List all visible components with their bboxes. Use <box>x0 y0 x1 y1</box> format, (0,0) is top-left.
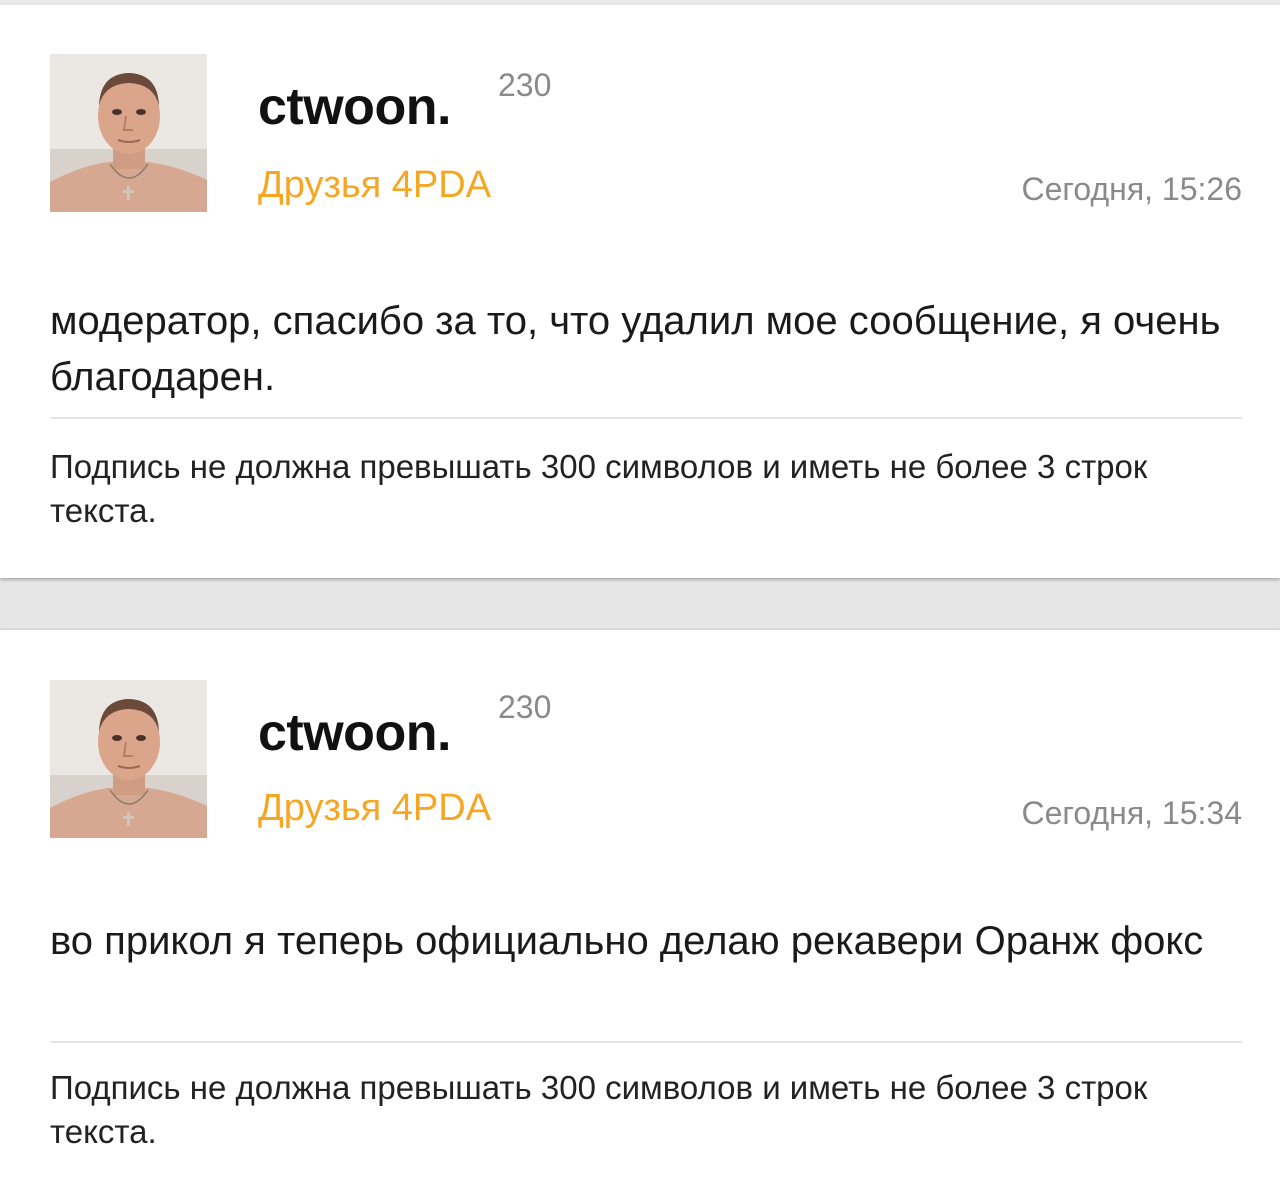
forum-post: ctwoon. 230 Друзья 4PDA Сегодня, 15:34 в… <box>0 630 1280 1184</box>
avatar[interactable] <box>50 680 207 838</box>
post-message: во прикол я теперь официально делаю река… <box>50 919 1204 963</box>
reputation-count[interactable]: 230 <box>498 687 551 727</box>
post-signature: Подпись не должна превышать 300 символов… <box>50 448 1148 529</box>
forum-post: ctwoon. 230 Друзья 4PDA Сегодня, 15:26 м… <box>0 5 1280 578</box>
reputation-count[interactable]: 230 <box>498 65 551 105</box>
divider <box>50 1041 1242 1043</box>
user-group: Друзья 4PDA <box>258 787 492 829</box>
post-message: модератор, спасибо за то, что удалил мое… <box>50 299 1221 399</box>
post-timestamp: Сегодня, 15:34 <box>1021 795 1243 831</box>
forum-feed: ctwoon. 230 Друзья 4PDA Сегодня, 15:26 м… <box>0 0 1280 1184</box>
post-timestamp: Сегодня, 15:26 <box>1021 171 1243 207</box>
username[interactable]: ctwoon. <box>258 77 451 137</box>
post-signature: Подпись не должна превышать 300 символов… <box>50 1069 1148 1150</box>
username[interactable]: ctwoon. <box>258 703 451 763</box>
divider <box>50 417 1242 419</box>
user-group: Друзья 4PDA <box>258 164 492 206</box>
avatar[interactable] <box>50 54 207 212</box>
